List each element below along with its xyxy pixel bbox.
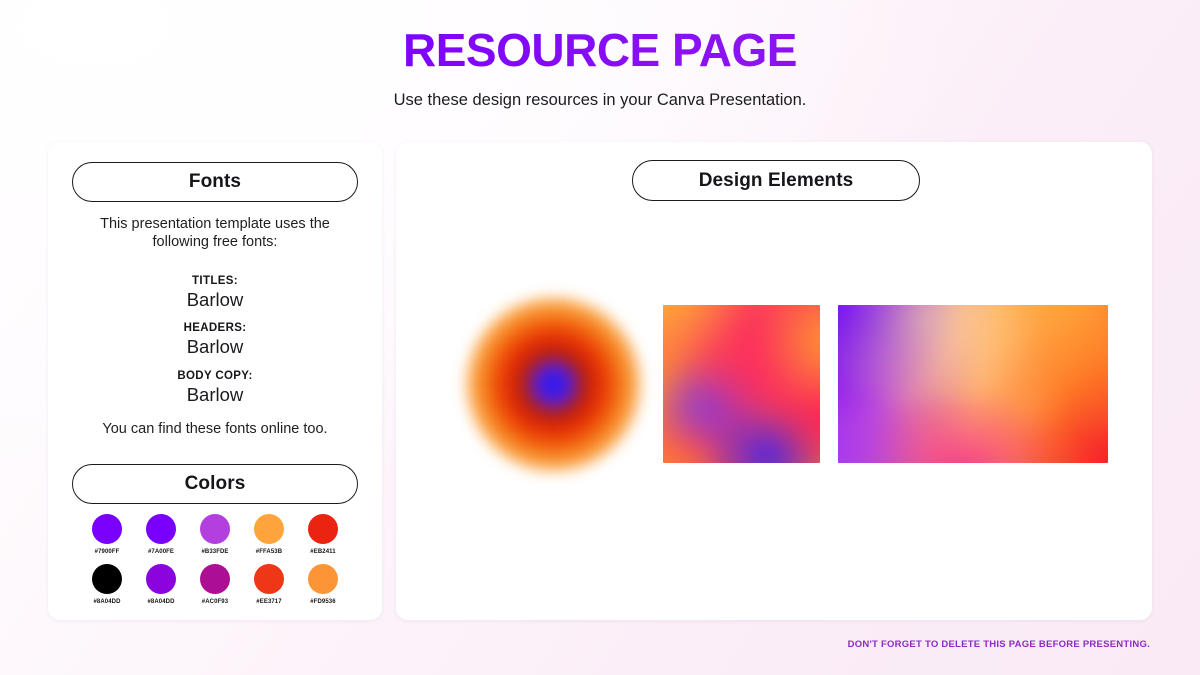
color-hex-label: #8A04DD — [93, 599, 121, 605]
font-entry: TITLES: Barlow — [72, 274, 358, 311]
slide-canvas: RESOURCE PAGE Use these design resources… — [0, 0, 1200, 675]
color-hex-label: #7900FF — [94, 549, 120, 555]
color-hex-label: #EE3717 — [256, 599, 282, 605]
mesh-gradient-square-fill — [663, 305, 820, 463]
color-swatch[interactable]: #AC0F93 — [195, 564, 235, 606]
color-swatch-dot — [200, 564, 230, 594]
color-swatch[interactable]: #B33FDE — [195, 514, 235, 556]
color-swatch[interactable]: #8A04DD — [87, 564, 127, 606]
color-swatch-dot — [146, 564, 176, 594]
color-hex-label: #FD9536 — [310, 599, 336, 605]
font-entry: BODY COPY: Barlow — [72, 369, 358, 406]
color-swatch-dot — [92, 514, 122, 544]
color-swatch-dot — [254, 514, 284, 544]
color-hex-label: #FFA53B — [255, 549, 283, 555]
color-hex-label: #8A04DD — [147, 599, 175, 605]
font-family-name: Barlow — [186, 336, 244, 357]
fonts-section-label: Fonts — [188, 171, 242, 192]
color-swatch[interactable]: #FD9536 — [303, 564, 343, 606]
color-swatch-dot — [254, 564, 284, 594]
color-swatch[interactable]: #7900FF — [87, 514, 127, 556]
fonts-and-colors-card: Fonts This presentation template uses th… — [48, 142, 382, 620]
fonts-intro-text: This presentation template uses the foll… — [100, 216, 330, 250]
font-role-label: HEADERS: — [183, 322, 247, 334]
radial-blur-gradient-icon[interactable] — [466, 297, 641, 472]
color-swatch[interactable]: #EE3717 — [249, 564, 289, 606]
color-swatch-row: #8A04DD #8A04DD #AC0F93 #EE3717 #FD9536 — [72, 564, 358, 606]
color-swatch[interactable]: #EB2411 — [303, 514, 343, 556]
color-hex-label: #7A00FE — [147, 549, 175, 555]
color-swatch-dot — [200, 514, 230, 544]
color-hex-label: #EB2411 — [310, 549, 336, 555]
color-swatch-dot — [308, 514, 338, 544]
font-role-label: BODY COPY: — [177, 370, 253, 382]
color-swatch-dot — [92, 564, 122, 594]
delete-page-reminder: DON'T FORGET TO DELETE THIS PAGE BEFORE … — [847, 639, 1150, 650]
colors-section-pill: Colors — [72, 464, 358, 504]
color-hex-label: #B33FDE — [201, 549, 229, 555]
mesh-gradient-wide-image[interactable] — [838, 305, 1108, 463]
font-role-label: TITLES: — [192, 275, 238, 287]
design-elements-card: Design Elements — [396, 142, 1152, 620]
fonts-outro-text: You can find these fonts online too. — [102, 421, 328, 437]
page-title: RESOURCE PAGE — [0, 24, 1200, 76]
color-swatch[interactable]: #7A00FE — [141, 514, 181, 556]
color-swatch-dot — [308, 564, 338, 594]
colors-section-label: Colors — [184, 473, 246, 494]
color-swatch[interactable]: #8A04DD — [141, 564, 181, 606]
design-elements-section-pill: Design Elements — [632, 160, 920, 201]
mesh-gradient-square-image[interactable] — [663, 305, 820, 463]
color-swatch-row: #7900FF #7A00FE #B33FDE #FFA53B #EB2411 — [72, 514, 358, 556]
page-subtitle: Use these design resources in your Canva… — [393, 91, 807, 109]
color-hex-label: #AC0F93 — [201, 599, 229, 605]
font-entry: HEADERS: Barlow — [72, 321, 358, 358]
font-family-name: Barlow — [186, 289, 244, 310]
design-elements-section-label: Design Elements — [698, 169, 854, 191]
slide-header: RESOURCE PAGE Use these design resources… — [0, 24, 1200, 110]
mesh-gradient-wide-fill — [838, 305, 1108, 463]
color-swatch[interactable]: #FFA53B — [249, 514, 289, 556]
fonts-section-pill: Fonts — [72, 162, 358, 202]
color-swatch-dot — [146, 514, 176, 544]
font-family-name: Barlow — [186, 384, 244, 405]
